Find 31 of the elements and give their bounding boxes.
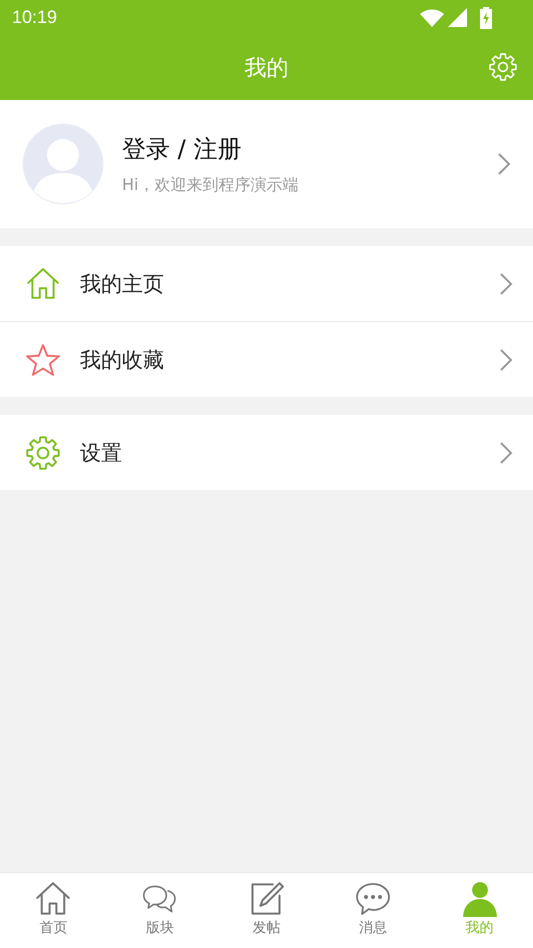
page-title: 我的 <box>244 54 288 82</box>
tab[interactable]: 首页 <box>0 873 107 948</box>
chevron-icon <box>497 152 511 176</box>
profile-card[interactable]: 登录 / 注册 Hi，欢迎来到程序演示端 <box>0 100 533 228</box>
tab[interactable]: 发帖 <box>213 873 320 948</box>
home-icon <box>35 880 72 916</box>
message-icon <box>355 880 392 916</box>
avatar-icon <box>22 123 104 205</box>
user-icon <box>462 880 498 916</box>
tab[interactable]: 消息 <box>320 873 426 948</box>
battery-icon <box>479 6 493 28</box>
login-register-link[interactable]: 登录 / 注册 <box>122 132 497 164</box>
status-time: 10:19 <box>12 7 58 28</box>
star-icon <box>26 342 60 376</box>
menu-label: 我的收藏 <box>80 346 165 374</box>
menu-label: 我的主页 <box>80 270 165 298</box>
menu-label: 设置 <box>80 440 123 466</box>
menu-item[interactable]: 我的主页 <box>0 246 533 322</box>
signal-icon <box>448 8 467 27</box>
home-icon <box>26 266 60 300</box>
welcome-text: Hi，欢迎来到程序演示端 <box>122 174 300 196</box>
settings-icon <box>489 53 517 81</box>
settings-icon <box>26 436 60 470</box>
chevron-icon <box>499 440 513 464</box>
tab[interactable]: 版块 <box>106 873 214 948</box>
settings-button[interactable] <box>489 53 517 81</box>
chevron-icon <box>499 348 513 372</box>
chevron-icon <box>499 272 513 296</box>
menu-item[interactable]: 设置 <box>0 415 533 490</box>
wifi-icon <box>420 8 444 26</box>
menu-item[interactable]: 我的收藏 <box>0 322 533 397</box>
